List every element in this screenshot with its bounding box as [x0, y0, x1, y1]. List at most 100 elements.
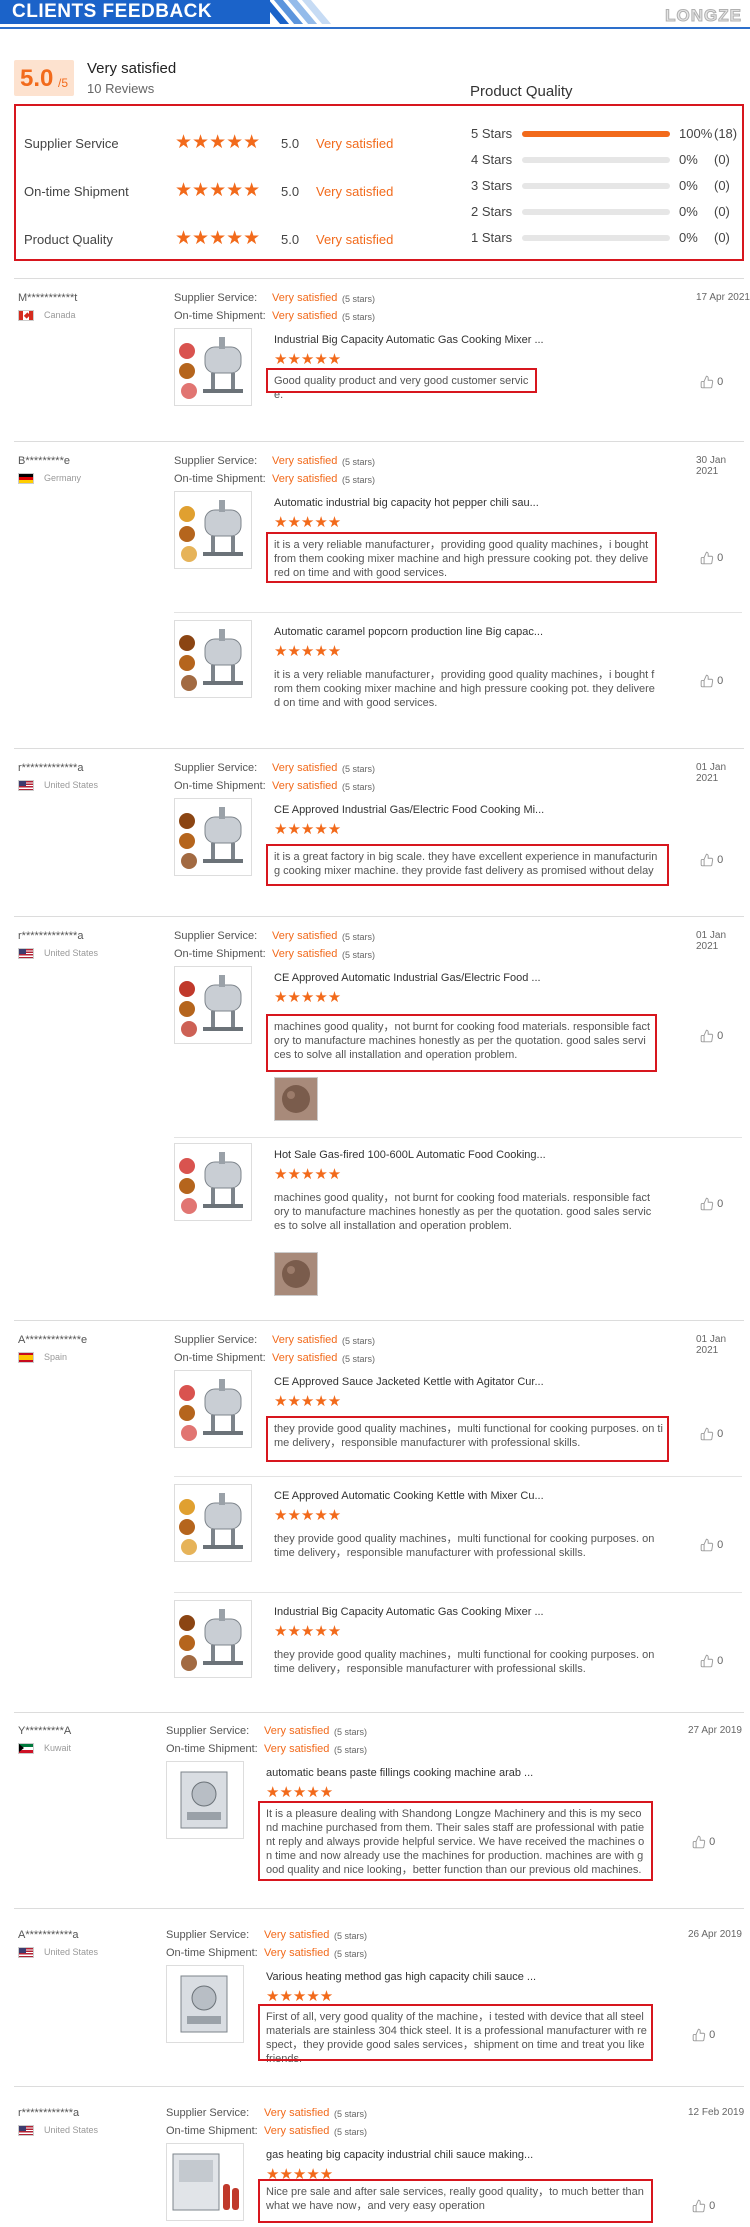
- summary-score: 5.0: [281, 136, 300, 151]
- like-count: 0: [717, 551, 724, 564]
- supplier-service-label: Supplier Service:: [174, 1334, 258, 1346]
- review-date: 01 Jan 2021: [696, 1334, 727, 1356]
- star-level-bar: [522, 235, 670, 241]
- product-title-link[interactable]: Automatic industrial big capacity hot pe…: [274, 497, 539, 509]
- product-rating-stars-icon: ★★★★★: [274, 351, 342, 368]
- star-level-count: (0): [714, 178, 730, 193]
- product-thumbnail[interactable]: [166, 1965, 244, 2043]
- supplier-service-label: Supplier Service:: [166, 2107, 250, 2119]
- section-header: CLIENTS FEEDBACK LONGZE: [0, 0, 750, 29]
- summary-label: Product Quality: [24, 232, 113, 247]
- ontime-shipment-stars: (5 stars): [334, 1949, 368, 1959]
- star-level-label[interactable]: 1 Stars: [471, 230, 512, 245]
- product-thumbnail[interactable]: [174, 1484, 252, 1562]
- supplier-service-rating: Very satisfied: [272, 1334, 338, 1346]
- star-level-label[interactable]: 2 Stars: [471, 204, 512, 219]
- summary-rating-text: Very satisfied: [316, 136, 394, 151]
- ontime-shipment-label: On-time Shipment:: [174, 1352, 266, 1364]
- helpful-like-button[interactable]: 0: [700, 551, 723, 565]
- helpful-like-button[interactable]: 0: [700, 853, 723, 867]
- product-thumbnail[interactable]: [174, 1370, 252, 1448]
- summary-label: On-time Shipment: [24, 184, 129, 199]
- product-title-link[interactable]: Industrial Big Capacity Automatic Gas Co…: [274, 1606, 544, 1618]
- product-thumbnail[interactable]: [174, 1600, 252, 1678]
- star-level-label[interactable]: 3 Stars: [471, 178, 512, 193]
- helpful-like-button[interactable]: 0: [692, 2199, 715, 2213]
- supplier-service-rating: Very satisfied: [272, 292, 338, 304]
- star-level-bar: [522, 209, 670, 215]
- helpful-like-button[interactable]: 0: [700, 1197, 723, 1211]
- review-comment: they provide good quality machines，multi…: [274, 1649, 655, 1675]
- ontime-shipment-stars: (5 stars): [342, 475, 376, 485]
- product-thumbnail[interactable]: [166, 2143, 244, 2221]
- reviewer-country: United States: [44, 948, 99, 958]
- product-title-link[interactable]: CE Approved Automatic Industrial Gas/Ele…: [274, 972, 541, 984]
- product-thumbnail[interactable]: [174, 966, 252, 1044]
- like-count: 0: [717, 1197, 724, 1210]
- review-date: 27 Apr 2019: [688, 1725, 742, 1736]
- product-rating-stars-icon: ★★★★★: [274, 1507, 342, 1524]
- star-level-label[interactable]: 4 Stars: [471, 152, 512, 167]
- like-count: 0: [717, 1654, 724, 1667]
- ontime-shipment-label: On-time Shipment:: [166, 1743, 258, 1755]
- product-title-link[interactable]: gas heating big capacity industrial chil…: [266, 2149, 533, 2161]
- country-flag-icon: [18, 310, 34, 321]
- product-title-link[interactable]: automatic beans paste fillings cooking m…: [266, 1767, 533, 1779]
- helpful-like-button[interactable]: 0: [692, 2028, 715, 2042]
- summary-stars-icon: ★★★★★: [175, 180, 261, 201]
- product-title-link[interactable]: Automatic caramel popcorn production lin…: [274, 626, 543, 638]
- helpful-like-button[interactable]: 0: [700, 1654, 723, 1668]
- ontime-shipment-rating: Very satisfied: [272, 473, 338, 485]
- review-photo[interactable]: [274, 1252, 318, 1296]
- ontime-shipment-stars: (5 stars): [334, 1745, 368, 1755]
- product-rating-stars-icon: ★★★★★: [274, 821, 342, 838]
- supplier-service-rating: Very satisfied: [264, 1725, 330, 1737]
- product-thumbnail[interactable]: [174, 491, 252, 569]
- product-thumbnail[interactable]: [174, 1143, 252, 1221]
- review-divider: [14, 441, 744, 442]
- star-level-percent: 0%: [679, 204, 698, 219]
- reviewer-name: Y*********A: [18, 1725, 72, 1737]
- review-photo[interactable]: [274, 1077, 318, 1121]
- supplier-service-label: Supplier Service:: [174, 292, 258, 304]
- product-title-link[interactable]: Various heating method gas high capacity…: [266, 1971, 536, 1983]
- country-flag-icon: [18, 1743, 34, 1754]
- star-level-label[interactable]: 5 Stars: [471, 126, 512, 141]
- product-thumbnail[interactable]: [174, 620, 252, 698]
- helpful-like-button[interactable]: 0: [700, 1427, 723, 1441]
- helpful-like-button[interactable]: 0: [700, 1538, 723, 1552]
- product-thumbnail[interactable]: [166, 1761, 244, 1839]
- ontime-shipment-stars: (5 stars): [342, 950, 376, 960]
- comment-highlight: [266, 1014, 657, 1072]
- summary-score: 5.0: [281, 184, 300, 199]
- helpful-like-button[interactable]: 0: [700, 1029, 723, 1043]
- ontime-shipment-label: On-time Shipment:: [174, 473, 266, 485]
- product-title-link[interactable]: Hot Sale Gas-fired 100-600L Automatic Fo…: [274, 1149, 546, 1161]
- reviewer-name: r*************a: [18, 762, 84, 774]
- comment-highlight: [266, 844, 669, 886]
- supplier-service-rating: Very satisfied: [272, 762, 338, 774]
- product-title-link[interactable]: CE Approved Industrial Gas/Electric Food…: [274, 804, 544, 816]
- ontime-shipment-label: On-time Shipment:: [174, 780, 266, 792]
- ontime-shipment-label: On-time Shipment:: [166, 1947, 258, 1959]
- supplier-service-stars: (5 stars): [334, 1931, 368, 1941]
- product-title-link[interactable]: Industrial Big Capacity Automatic Gas Co…: [274, 334, 544, 346]
- country-flag-icon: [18, 473, 34, 484]
- review-date: 01 Jan 2021: [696, 762, 727, 784]
- review-divider: [14, 2086, 744, 2087]
- reviews-count[interactable]: 10 Reviews: [87, 81, 154, 96]
- like-count: 0: [717, 1029, 724, 1042]
- product-quality-title: Product Quality: [470, 83, 573, 100]
- comment-highlight: [258, 2004, 653, 2061]
- product-thumbnail[interactable]: [174, 328, 252, 406]
- country-flag-icon: [18, 948, 34, 959]
- helpful-like-button[interactable]: 0: [700, 674, 723, 688]
- reviewer-country: United States: [44, 780, 99, 790]
- supplier-service-rating: Very satisfied: [264, 2107, 330, 2119]
- helpful-like-button[interactable]: 0: [700, 375, 723, 389]
- comment-highlight: [266, 532, 657, 583]
- product-thumbnail[interactable]: [174, 798, 252, 876]
- helpful-like-button[interactable]: 0: [692, 1835, 715, 1849]
- product-title-link[interactable]: CE Approved Sauce Jacketed Kettle with A…: [274, 1376, 544, 1388]
- product-title-link[interactable]: CE Approved Automatic Cooking Kettle wit…: [274, 1490, 544, 1502]
